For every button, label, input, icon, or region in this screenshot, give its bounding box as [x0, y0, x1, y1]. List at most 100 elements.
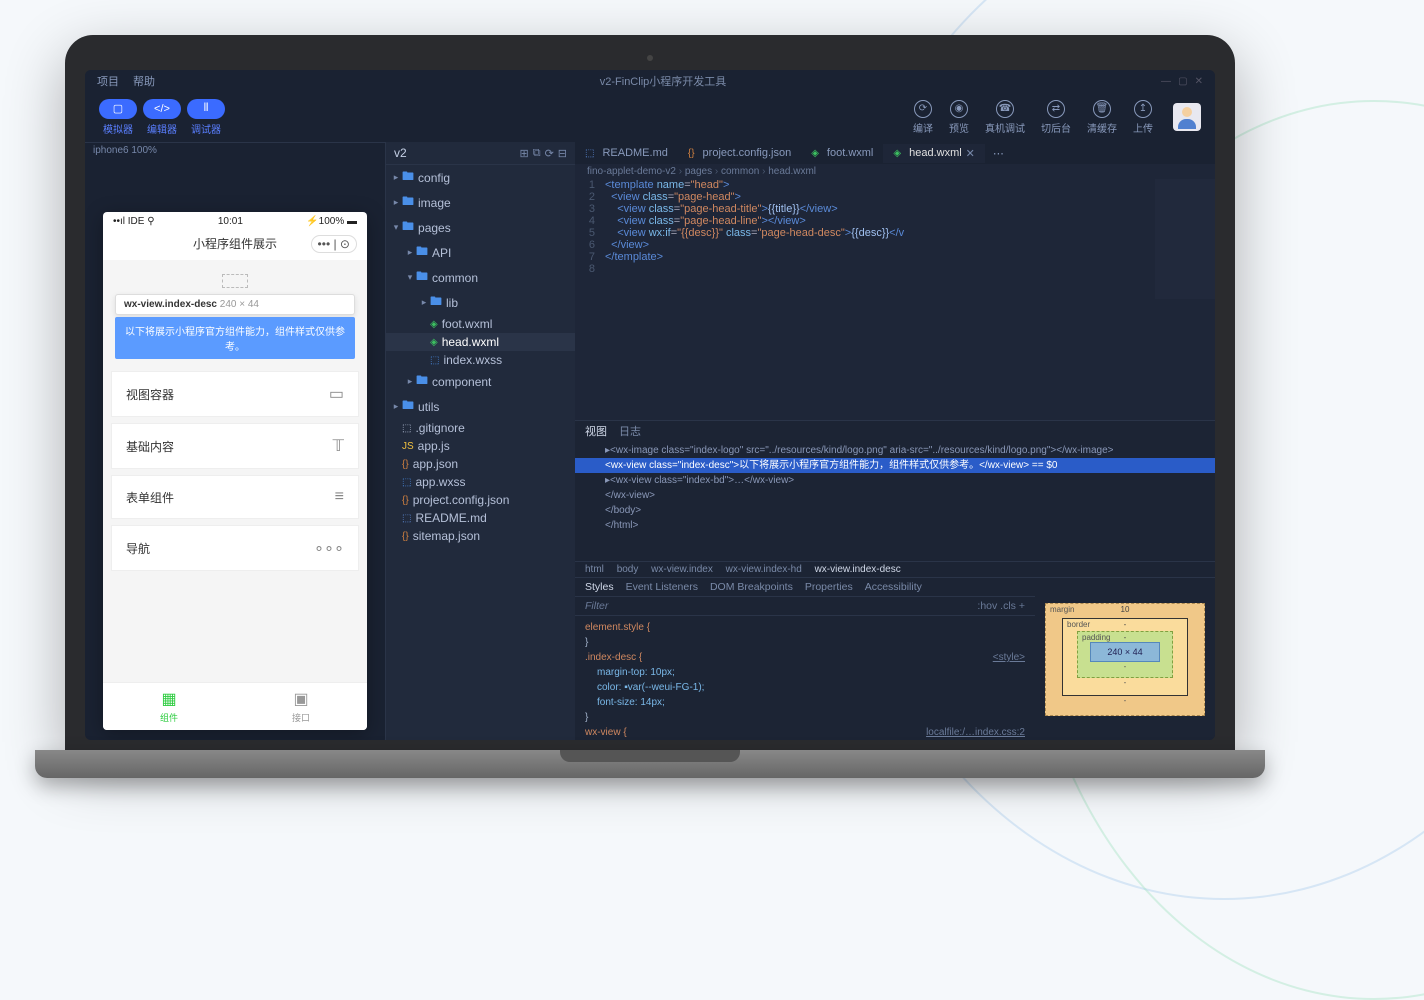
file-gitignore[interactable]: ⬚.gitignore: [386, 419, 575, 437]
phone-icon: ☎: [996, 100, 1014, 118]
toolbar: ▢模拟器 </>编辑器 ⫴调试器 ⟳编译 ◉预览 ☎真机调试 ⇄切后台 🗑清缓存…: [85, 92, 1215, 142]
tab-head-wxml[interactable]: ◈head.wxml✕: [883, 144, 985, 163]
box-model[interactable]: margin10 border- padding- 240 × 44 - -: [1045, 603, 1205, 716]
menu-item-form[interactable]: 表单组件≡: [111, 475, 359, 519]
css-rules[interactable]: element.style { } <style>.index-desc { m…: [575, 616, 1035, 740]
styles-tab-styles[interactable]: Styles: [585, 581, 614, 593]
editor-tabs: ⬚README.md {}project.config.json ◈foot.w…: [575, 142, 1215, 164]
file-index-wxss[interactable]: ⬚index.wxss: [386, 351, 575, 369]
switch-icon: ⇄: [1047, 100, 1065, 118]
folder-common[interactable]: ▾🖿common: [386, 265, 575, 290]
capsule-button[interactable]: ••• | ⊙: [311, 235, 357, 253]
nav-title: 小程序组件展示: [193, 235, 277, 252]
element-node[interactable]: </body>: [575, 503, 1215, 518]
styles-filter-row: Filter :hov .cls +: [575, 597, 1035, 616]
folder-utils[interactable]: ▸🖿utils: [386, 394, 575, 419]
element-node[interactable]: ▸<wx-view class="index-bd">…</wx-view>: [575, 473, 1215, 488]
styles-filter-input[interactable]: Filter: [585, 600, 608, 612]
avatar[interactable]: [1173, 103, 1201, 131]
folder-component[interactable]: ▸🖿component: [386, 369, 575, 394]
mode-editor[interactable]: </>编辑器: [143, 99, 181, 136]
devtools-tab-elements[interactable]: 视图: [585, 423, 607, 439]
folder-lib[interactable]: ▸🖿lib: [386, 290, 575, 315]
editor-breadcrumb[interactable]: fino-applet-demo-v2pagescommonhead.wxml: [575, 164, 1215, 179]
phone-status-bar: ••ıl IDE ⚲ 10:01 ⚡100% ▬: [103, 212, 367, 231]
devtools-tab-console[interactable]: 日志: [619, 423, 641, 439]
element-node-selected[interactable]: <wx-view class="index-desc">以下将展示小程序官方组件…: [575, 458, 1215, 473]
file-app-wxss[interactable]: ⬚app.wxss: [386, 473, 575, 491]
new-folder-icon[interactable]: ⧉: [533, 147, 541, 160]
styles-filter-opts[interactable]: :hov .cls +: [977, 600, 1025, 612]
file-head-wxml[interactable]: ◈head.wxml: [386, 333, 575, 351]
file-sitemap[interactable]: {}sitemap.json: [386, 527, 575, 545]
menu-item-navigation[interactable]: 导航∘∘∘: [111, 525, 359, 571]
folder-pages[interactable]: ▾🖿pages: [386, 215, 575, 240]
element-node[interactable]: </html>: [575, 518, 1215, 533]
styles-tab-listeners[interactable]: Event Listeners: [626, 581, 698, 593]
collapse-icon[interactable]: ⊟: [558, 147, 567, 160]
tab-project-config[interactable]: {}project.config.json: [678, 144, 801, 162]
tab-foot-wxml[interactable]: ◈foot.wxml: [801, 144, 883, 162]
phone-preview: ••ıl IDE ⚲ 10:01 ⚡100% ▬ 小程序组件展示 ••• | ⊙…: [103, 212, 367, 730]
code-editor[interactable]: 1<template name="head"> 2 <view class="p…: [575, 179, 1215, 420]
menu-project[interactable]: 项目: [97, 73, 119, 89]
refresh-icon[interactable]: ⟳: [545, 147, 554, 160]
tabs-overflow-icon[interactable]: ⋯: [985, 147, 1012, 160]
styles-tab-a11y[interactable]: Accessibility: [865, 581, 922, 593]
file-foot-wxml[interactable]: ◈foot.wxml: [386, 315, 575, 333]
styles-tab-dom-bp[interactable]: DOM Breakpoints: [710, 581, 793, 593]
remote-debug-button[interactable]: ☎真机调试: [985, 100, 1025, 135]
folder-image[interactable]: ▸🖿image: [386, 190, 575, 215]
styles-tab-properties[interactable]: Properties: [805, 581, 853, 593]
mode-debugger[interactable]: ⫴调试器: [187, 99, 225, 136]
mode-simulator[interactable]: ▢模拟器: [99, 99, 137, 136]
file-project-config[interactable]: {}project.config.json: [386, 491, 575, 509]
upload-icon: ↥: [1134, 100, 1152, 118]
elements-breadcrumb[interactable]: html body wx-view.index wx-view.index-hd…: [575, 561, 1215, 577]
chip-icon: ▣: [293, 689, 308, 709]
new-file-icon[interactable]: ⊞: [519, 147, 528, 160]
folder-api[interactable]: ▸🖿API: [386, 240, 575, 265]
menu-help[interactable]: 帮助: [133, 73, 155, 89]
styles-panel: Styles Event Listeners DOM Breakpoints P…: [575, 578, 1035, 740]
laptop-base: [35, 750, 1265, 778]
close-icon[interactable]: ✕: [1195, 76, 1203, 87]
minimize-icon[interactable]: —: [1161, 76, 1171, 87]
window-title: v2-FinClip小程序开发工具: [169, 73, 1157, 89]
background-button[interactable]: ⇄切后台: [1041, 100, 1071, 135]
inspected-element[interactable]: 以下将展示小程序官方组件能力，组件样式仅供参考。: [115, 317, 355, 359]
editor-panel: ⬚README.md {}project.config.json ◈foot.w…: [575, 142, 1215, 740]
upload-button[interactable]: ↥上传: [1133, 100, 1153, 135]
laptop-camera: [647, 55, 653, 61]
battery-label: ⚡100% ▬: [306, 216, 357, 227]
preview-button[interactable]: ◉预览: [949, 100, 969, 135]
menu-item-view-container[interactable]: 视图容器▭: [111, 371, 359, 417]
phone-tabbar: ▦组件 ▣接口: [103, 682, 367, 730]
simulator-panel: iphone6 100% ••ıl IDE ⚲ 10:01 ⚡100% ▬ 小程…: [85, 142, 385, 740]
phone-body[interactable]: wx-view.index-desc 240 × 44 以下将展示小程序官方组件…: [103, 260, 367, 682]
clear-cache-button[interactable]: 🗑清缓存: [1087, 100, 1117, 135]
tab-component[interactable]: ▦组件: [103, 683, 235, 730]
tab-readme[interactable]: ⬚README.md: [575, 144, 678, 162]
tab-api[interactable]: ▣接口: [235, 683, 367, 730]
file-readme[interactable]: ⬚README.md: [386, 509, 575, 527]
folder-config[interactable]: ▸🖿config: [386, 165, 575, 190]
laptop-frame: 项目 帮助 v2-FinClip小程序开发工具 — ▢ ✕ ▢模拟器 </>编辑…: [65, 35, 1235, 778]
file-explorer: v2 ⊞ ⧉ ⟳ ⊟ ▸🖿config ▸🖿image ▾🖿pages ▸🖿AP…: [385, 142, 575, 740]
devtools-panel: 视图 日志 ▸<wx-image class="index-logo" src=…: [575, 420, 1215, 740]
box-model-panel: margin10 border- padding- 240 × 44 - -: [1035, 578, 1215, 740]
close-icon[interactable]: ✕: [966, 147, 975, 160]
element-node[interactable]: ▸<wx-image class="index-logo" src="../re…: [575, 443, 1215, 458]
menu-item-basic-content[interactable]: 基础内容𝕋: [111, 423, 359, 469]
maximize-icon[interactable]: ▢: [1178, 76, 1187, 87]
element-node[interactable]: </wx-view>: [575, 488, 1215, 503]
compile-icon: ⟳: [914, 100, 932, 118]
signal-label: ••ıl IDE ⚲: [113, 216, 155, 227]
compile-button[interactable]: ⟳编译: [913, 100, 933, 135]
simulator-device-label[interactable]: iphone6 100%: [85, 142, 385, 162]
minimap[interactable]: [1155, 179, 1215, 299]
elements-tree[interactable]: ▸<wx-image class="index-logo" src="../re…: [575, 441, 1215, 561]
ide-screen: 项目 帮助 v2-FinClip小程序开发工具 — ▢ ✕ ▢模拟器 </>编辑…: [85, 70, 1215, 740]
file-app-json[interactable]: {}app.json: [386, 455, 575, 473]
file-app-js[interactable]: JSapp.js: [386, 437, 575, 455]
